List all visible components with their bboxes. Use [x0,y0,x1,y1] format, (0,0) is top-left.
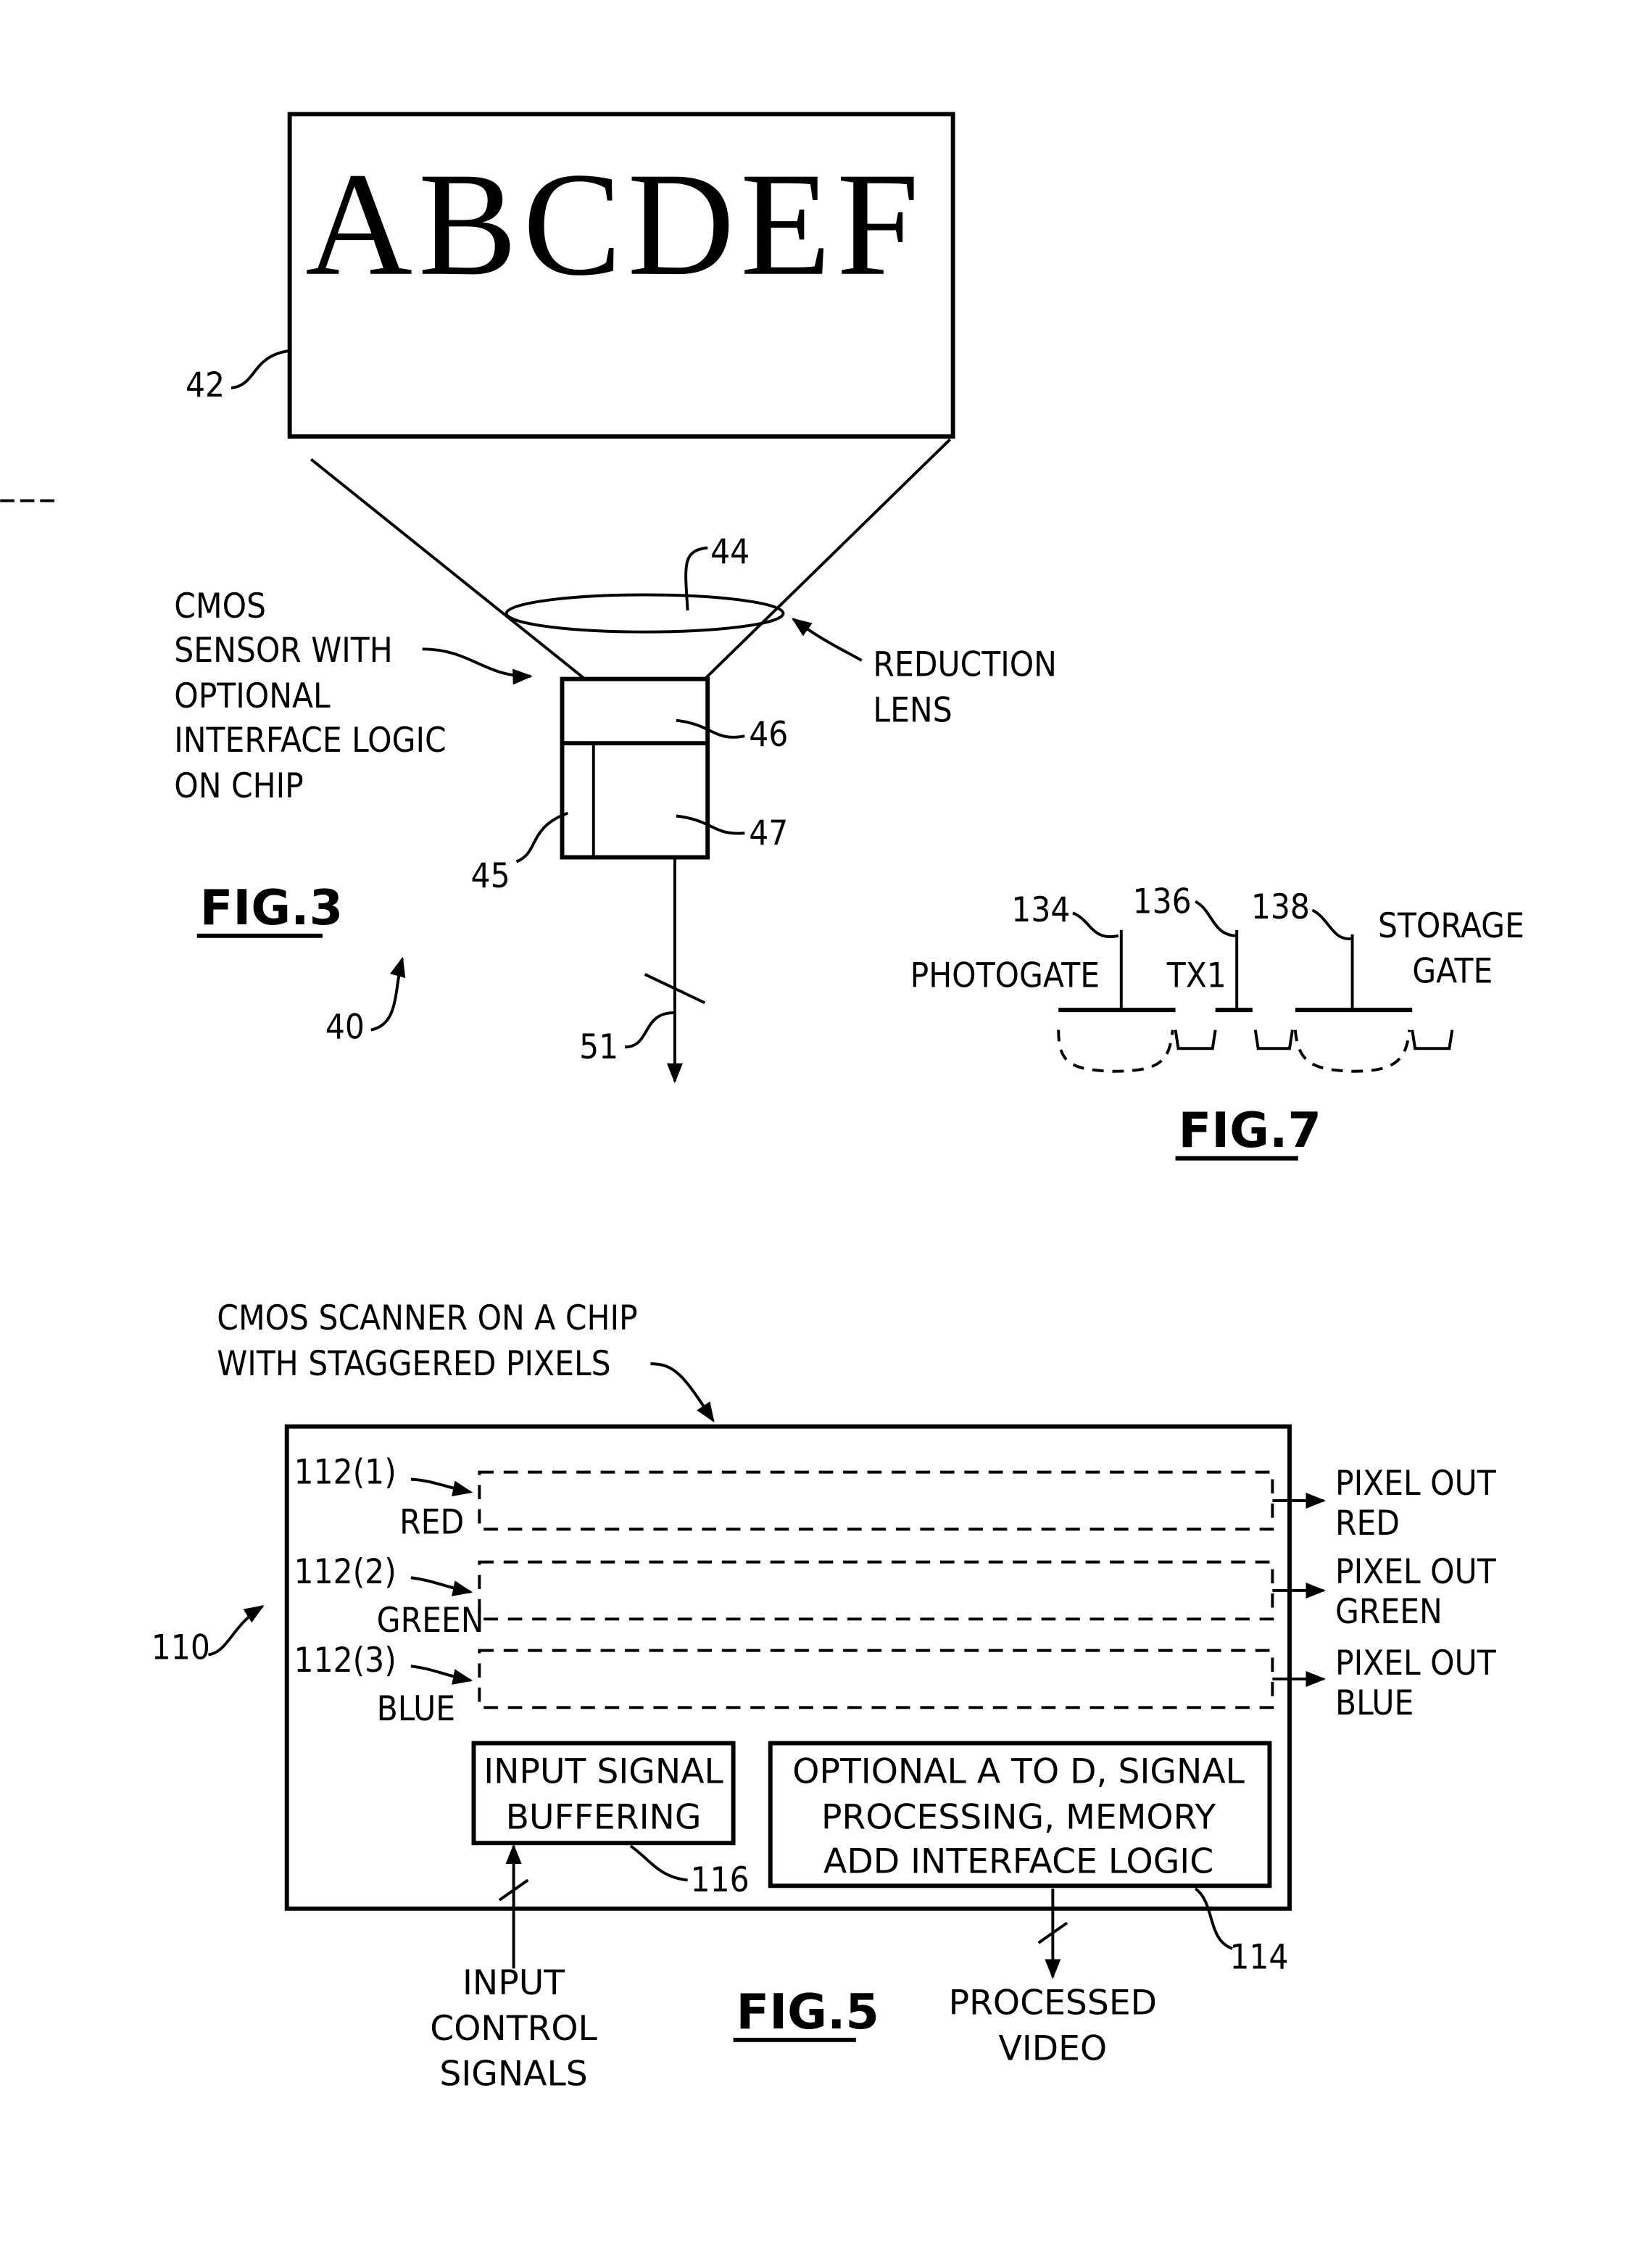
reduction-lens-arrow [792,618,863,662]
storage-gate-barrier [1411,1029,1454,1050]
row2-arrow [410,1576,473,1596]
row2-ref: 112(2) [294,1552,397,1592]
sensor-label-line2: SENSOR WITH [174,631,392,671]
row3-arrow [410,1665,473,1685]
sensor-label-arrow [422,647,533,685]
processing-line3: ADD INTERFACE LOGIC [823,1842,1213,1882]
ref-138: 138 [1251,887,1310,927]
output-label-line2: VIDEO [999,2028,1108,2068]
lens-label-line2: LENS [873,691,952,731]
lens-label-line1: REDUCTION [873,645,1057,685]
leader-114 [1194,1887,1234,1950]
tx1-barrier-left [1174,1029,1217,1050]
processing-line2: PROCESSING, MEMORY [821,1798,1216,1838]
output-label-line1: PROCESSED [949,1983,1157,2023]
input-label-line2: CONTROL [430,2009,597,2049]
document-text: ABCDEF [305,143,925,307]
tx1-barrier-right [1253,1029,1294,1050]
row2-out-line1: PIXEL OUT [1335,1552,1497,1592]
photogate-well [1057,1029,1174,1073]
fig3: ABCDEF 42 44 REDUCTION LENS CMOS SENSOR … [174,112,1057,1084]
leader-40-arrow [370,956,406,1032]
fig5-title: FIG.5 [736,1983,879,2040]
row2-color: GREEN [377,1601,484,1641]
leader-116 [629,1844,688,1882]
ref-44: 44 [710,532,750,572]
row2-out-line2: GREEN [1335,1592,1443,1632]
row3-out-line2: BLUE [1335,1683,1414,1723]
tx1-label: TX1 [1166,956,1226,996]
fig5-header-line2: WITH STAGGERED PIXELS [217,1344,610,1384]
row1-out-line2: RED [1335,1504,1400,1543]
row1-out-line1: PIXEL OUT [1335,1464,1497,1504]
leader-110-arrow [208,1604,265,1657]
storage-gate-well [1293,1029,1411,1073]
patent-drawing-sheet: ABCDEF 42 44 REDUCTION LENS CMOS SENSOR … [0,112,1524,2094]
cmos-sensor-chip [560,676,710,860]
leader-47 [676,814,745,835]
leader-44 [684,546,708,611]
input-label-line3: SIGNALS [439,2055,587,2094]
pixel-row-red [478,1470,1274,1531]
row3-color: BLUE [377,1689,455,1729]
ref-42: 42 [186,365,225,405]
ref-47: 47 [749,813,788,853]
ref-51: 51 [579,1027,618,1067]
leader-46 [676,718,745,739]
fig3-title: FIG.3 [200,879,343,936]
ref-110: 110 [151,1628,210,1667]
ref-45: 45 [471,856,510,896]
sensor-label-line3: OPTIONAL [174,676,331,716]
processing-line1: OPTIONAL A TO D, SIGNAL [792,1752,1245,1792]
photogate-label: PHOTOGATE [910,956,1100,996]
row1-arrow [410,1477,473,1497]
row3-ref: 112(3) [294,1641,397,1680]
storage-gate-label-line1: STORAGE [1378,906,1524,946]
reduction-lens [505,593,785,634]
ref-134: 134 [1011,890,1070,930]
sensor-label-line5: ON CHIP [174,766,303,806]
fig5: CMOS SCANNER ON A CHIP WITH STAGGERED PI… [151,1298,1497,2094]
pixel-row-blue [478,1649,1274,1709]
fig7-title: FIG.7 [1179,1102,1321,1158]
header-arrow [650,1362,715,1423]
fig7: 134 136 138 PHOTOGATE TX1 STORAGE GATE F… [910,882,1524,1161]
buffer-line1: INPUT SIGNAL [483,1752,723,1792]
leader-138 [1311,908,1353,940]
leader-134 [1072,911,1119,939]
sensor-label-line4: INTERFACE LOGIC [174,721,446,760]
fig5-header-line1: CMOS SCANNER ON A CHIP [217,1298,637,1338]
leader-51 [624,1011,674,1049]
row1-color: RED [399,1502,464,1542]
pixel-row-green [478,1560,1274,1621]
leader-42 [231,349,289,390]
ref-116: 116 [691,1860,750,1900]
ref-114: 114 [1229,1937,1288,1977]
ref-46: 46 [749,715,788,755]
ref-136: 136 [1133,882,1192,921]
ref-40: 40 [325,1007,365,1047]
buffer-line2: BUFFERING [506,1798,702,1838]
storage-gate-label-line2: GATE [1412,952,1493,992]
leader-136 [1195,900,1237,937]
row3-out-line1: PIXEL OUT [1335,1643,1497,1683]
input-label-line1: INPUT [462,1963,565,2003]
row1-ref: 112(1) [294,1452,397,1492]
sensor-label-line1: CMOS [174,586,266,626]
